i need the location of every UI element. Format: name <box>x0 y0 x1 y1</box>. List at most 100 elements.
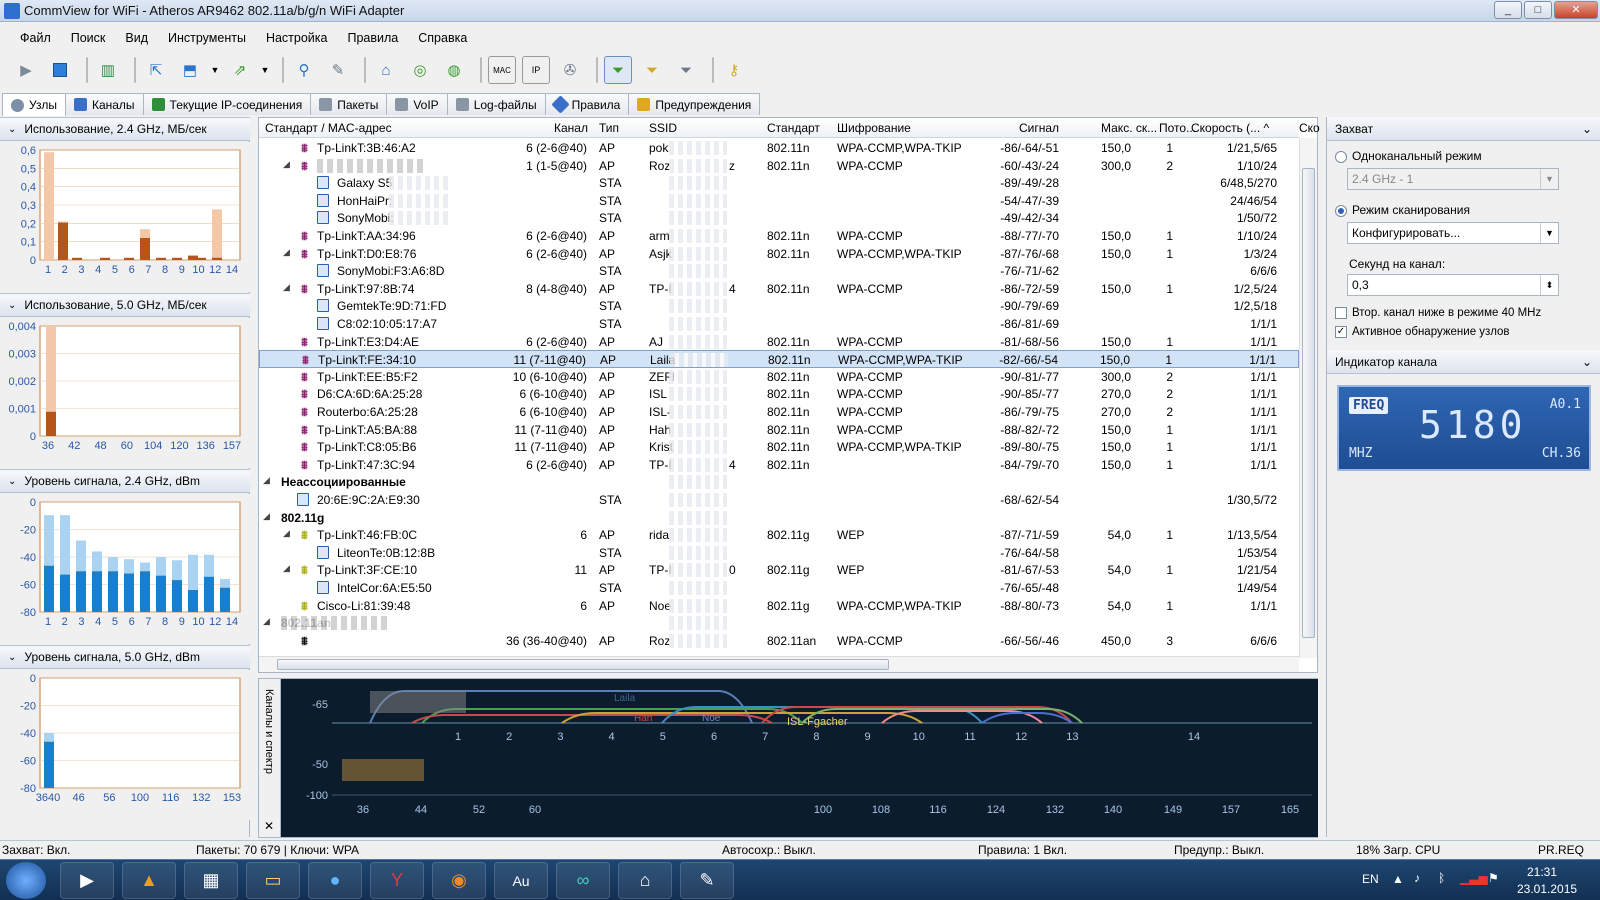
col-mac[interactable]: Стандарт / MAC-адрес <box>265 121 392 135</box>
menu-view[interactable]: Вид <box>115 31 158 45</box>
col-channel[interactable]: Канал <box>554 121 588 135</box>
menu-tools[interactable]: Инструменты <box>158 31 256 45</box>
node-icon[interactable]: ⌂ <box>372 56 400 84</box>
ip-alias-icon[interactable]: IP <box>522 56 550 84</box>
channel-select[interactable]: 2.4 GHz - 1 ▼ <box>1347 168 1559 190</box>
table-row[interactable]: ⩩ Tp-LinkT:EE:B5:F2 10 (6-10@40) AP ZEFI 802.… <box>259 368 1299 386</box>
col-max-speed[interactable]: Макс. ск... <box>1101 121 1157 135</box>
volume-icon[interactable]: ♪ <box>1414 871 1420 885</box>
edit-icon[interactable]: ✎ <box>324 56 352 84</box>
col-speed[interactable]: Скорость (... ^ <box>1191 121 1269 135</box>
table-row[interactable]: ◢ ⩩ 1 (1-5@40) AP Roz z 802.11n WPA-CCMP -60/-43… <box>259 157 1299 175</box>
arduino-icon[interactable]: ∞ <box>556 862 610 899</box>
start-button[interactable] <box>6 862 46 899</box>
expand-icon[interactable]: ◢ <box>283 563 290 574</box>
close-icon[interactable]: ✕ <box>264 819 274 833</box>
table-row[interactable]: 20:6E:9C:2A:E9:30 STA -68/-62/-54 1/30,5/72 <box>259 491 1299 509</box>
expand-icon[interactable]: ◢ <box>263 475 270 486</box>
menu-rules[interactable]: Правила <box>338 31 409 45</box>
play-icon[interactable]: ▶ <box>12 56 40 84</box>
expand-icon[interactable]: ◢ <box>283 247 290 258</box>
table-row[interactable]: ⩩ Cisco-Li:81:39:48 6 AP Noe 802.11g WPA-CCMP,… <box>259 597 1299 615</box>
clock-date[interactable]: 23.01.2015 <box>1517 882 1577 896</box>
media-player-icon[interactable]: ▶ <box>60 862 114 899</box>
save-icon[interactable]: ⬒ <box>176 56 204 84</box>
menu-settings[interactable]: Настройка <box>256 31 338 45</box>
tab-voip[interactable]: VoIP <box>386 93 448 115</box>
calculator-icon[interactable]: ▦ <box>184 862 238 899</box>
stats-icon[interactable]: ◍ <box>440 56 468 84</box>
table-row[interactable]: ◢ 802.11g <box>259 509 1299 527</box>
tab-rules[interactable]: Правила <box>544 93 630 115</box>
table-row[interactable]: HonHaiPr: STA -54/-47/-39 24/46/54 <box>259 192 1299 210</box>
table-row[interactable]: ⩩ Tp-LinkT:FE:34:10 11 (7-11@40) AP Laila 802… <box>259 350 1299 369</box>
export-icon[interactable]: ⇗ <box>226 56 254 84</box>
filter-ip-icon[interactable]: ⏷ <box>672 56 700 84</box>
filter-mac-icon[interactable]: ⏷ <box>638 56 666 84</box>
table-row[interactable]: ⩩ Tp-LinkT:E3:D4:AE 6 (2-6@40) AP AJ 802.11n W… <box>259 333 1299 351</box>
maximize-button[interactable]: □ <box>1524 1 1552 19</box>
menu-file[interactable]: Файл <box>10 31 61 45</box>
paint-icon[interactable]: ✎ <box>680 862 734 899</box>
tab-logs[interactable]: Log-файлы <box>446 93 546 115</box>
usage-24-header[interactable]: ⌄ Использование, 2.4 GHz, МБ/сек <box>0 117 250 141</box>
tray-arrow-icon[interactable]: ▲ <box>1392 872 1404 886</box>
table-row[interactable]: ⩩ 36 (36-40@40) AP Roz 802.11an WPA-CCMP -66/-… <box>259 632 1299 650</box>
scroll-thumb[interactable] <box>277 659 889 670</box>
usage-50-header[interactable]: ⌄ Использование, 5.0 GHz, МБ/сек <box>0 293 250 317</box>
tab-packets[interactable]: Пакеты <box>310 93 388 115</box>
tab-nodes[interactable]: Узлы <box>2 93 66 116</box>
table-row[interactable]: IntelCor:6A:E5:50 STA -76/-65/-48 1/49/54 <box>259 579 1299 597</box>
stop-icon[interactable] <box>46 56 74 84</box>
tab-channels[interactable]: Каналы <box>64 93 144 115</box>
table-row[interactable]: ◢ Неассоциированные <box>259 473 1299 491</box>
checkbox-on[interactable]: ✓ <box>1335 326 1347 338</box>
scan-mode-radio[interactable]: Режим сканирования <box>1335 203 1470 217</box>
radio-off[interactable] <box>1335 150 1347 163</box>
menu-search[interactable]: Поиск <box>61 31 116 45</box>
expand-icon[interactable]: ◢ <box>263 511 270 522</box>
active-discovery-checkbox[interactable]: ✓ Активное обнаружение узлов <box>1335 326 1510 338</box>
tab-ip-connections[interactable]: Текущие IP-соединения <box>142 93 312 115</box>
yandex-icon[interactable]: Y <box>370 862 424 899</box>
vertical-scrollbar[interactable] <box>1299 138 1317 658</box>
horizontal-scrollbar[interactable] <box>259 656 1299 672</box>
export-dropdown-icon[interactable]: ▼ <box>260 56 270 84</box>
vlc-icon[interactable]: ▲ <box>122 862 176 899</box>
col-signal[interactable]: Сигнал <box>1019 121 1059 135</box>
seconds-input[interactable]: 0,3 ⬍ <box>1347 274 1559 296</box>
table-row[interactable]: ◢ ⩩ Tp-LinkT:46:FB:0C 6 AP rida 802.11g WEP -87/… <box>259 526 1299 544</box>
minimize-button[interactable]: _ <box>1494 1 1522 19</box>
signal-50-header[interactable]: ⌄ Уровень сигнала, 5.0 GHz, dBm <box>0 645 250 669</box>
col-ssid[interactable]: SSID <box>649 121 677 135</box>
table-row[interactable]: ⩩ Tp-LinkT:AA:34:96 6 (2-6@40) AP arm 802.11n… <box>259 227 1299 245</box>
table-row[interactable]: C8:02:10:05:17:A7 STA -86/-81/-69 1/1/1 <box>259 315 1299 333</box>
scroll-thumb[interactable] <box>1302 168 1315 638</box>
table-row[interactable]: ◢ ⩩ Tp-LinkT:3F:CE:10 11 AP TP-I 0 802.11g WEP -8… <box>259 561 1299 579</box>
save-dropdown-icon[interactable]: ▼ <box>210 56 220 84</box>
signal-24-header[interactable]: ⌄ Уровень сигнала, 2.4 GHz, dBm <box>0 469 250 493</box>
open-icon[interactable]: ⇱ <box>142 56 170 84</box>
col-standard[interactable]: Стандарт <box>767 121 820 135</box>
tab-alerts[interactable]: Предупреждения <box>628 93 761 115</box>
table-row[interactable]: SonyMobi: STA -49/-42/-34 1/50/72 <box>259 209 1299 227</box>
menu-help[interactable]: Справка <box>408 31 477 45</box>
table-row[interactable]: Galaxy S5 STA -89/-49/-28 6/48,5/270 <box>259 174 1299 192</box>
single-channel-radio[interactable]: Одноканальный режим <box>1335 149 1482 163</box>
checkbox-off[interactable] <box>1335 307 1347 319</box>
table-row[interactable]: ⩩ Tp-LinkT:3B:46:A2 6 (2-6@40) AP pok 802.11n… <box>259 139 1299 157</box>
commview-icon[interactable]: ⌂ <box>618 862 672 899</box>
audition-icon[interactable]: Au <box>494 862 548 899</box>
table-row[interactable]: LiteonTe:0B:12:8B STA -76/-64/-58 1/53/54 <box>259 544 1299 562</box>
table-row[interactable]: ⩩ Tp-LinkT:C8:05:B6 11 (7-11@40) AP Krist 802… <box>259 438 1299 456</box>
spinner-icon[interactable]: ⬍ <box>1540 275 1558 295</box>
table-row[interactable]: SonyMobi:F3:A6:8D STA -76/-71/-62 6/6/6 <box>259 262 1299 280</box>
filter-active-icon[interactable]: ⏷ <box>604 56 632 84</box>
table-row[interactable]: ⩩ D6:CA:6D:6A:25:28 6 (6-10@40) AP ISL 802.11… <box>259 385 1299 403</box>
expand-icon[interactable]: ◢ <box>283 528 290 539</box>
bluetooth-icon[interactable]: ᛒ <box>1438 871 1445 885</box>
expand-icon[interactable]: ◢ <box>263 616 270 627</box>
mac-alias-icon[interactable]: MAC <box>488 56 516 84</box>
close-button[interactable]: ✕ <box>1554 1 1598 19</box>
table-row[interactable]: GemtekTe:9D:71:FD STA -90/-79/-69 1/2,5/18 <box>259 297 1299 315</box>
